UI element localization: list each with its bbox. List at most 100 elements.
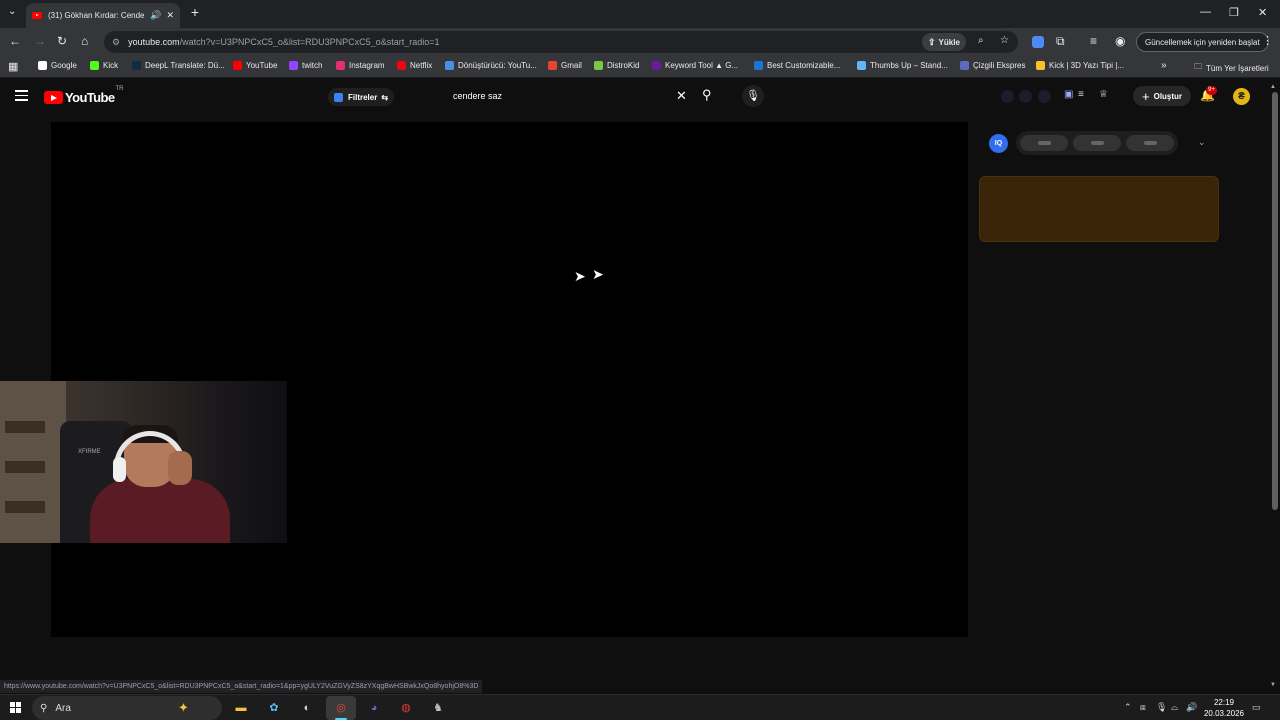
chevron-down-icon[interactable]: ⌄ — [1198, 137, 1206, 148]
filters-button[interactable]: Filtreler ⇆ — [328, 88, 395, 106]
bookmark-item[interactable]: Netflix — [397, 61, 432, 70]
restart-to-update-button[interactable]: Güncellemek için yeniden başlat — [1136, 32, 1269, 52]
filter-chip[interactable] — [1126, 135, 1174, 151]
bookmark-item[interactable]: Google — [38, 61, 77, 70]
bookmark-favicon-icon — [336, 61, 345, 70]
back-icon[interactable]: ← — [9, 34, 21, 48]
browser-toolbar: ← → ↻ ⌂ ⚙ youtube.com /watch?v=U3PNPCxC5… — [0, 28, 1280, 56]
extension-icon[interactable] — [1032, 36, 1044, 48]
site-info-icon[interactable]: ⚙ — [112, 37, 120, 48]
upload-label: Yükle — [938, 37, 960, 47]
bookmark-star-icon[interactable]: ☆ — [1000, 35, 1009, 46]
upload-button[interactable]: ⇪ Yükle — [922, 33, 966, 51]
all-bookmarks-folder[interactable]: 🗀 Tüm Yer İşaretleri — [1194, 61, 1269, 75]
bookmark-label: Keyword Tool ▲ G... — [665, 61, 739, 70]
folder-icon: 🗀 — [1194, 62, 1202, 71]
filter-extension-icon — [334, 92, 343, 102]
bookmark-item[interactable]: Instagram — [336, 61, 385, 70]
profile-icon[interactable]: ◉ — [1115, 34, 1125, 48]
avatar[interactable]: ₴ — [1233, 88, 1250, 105]
clock-time: 22:19 — [1213, 698, 1235, 707]
upload-icon: ⇪ — [928, 36, 936, 47]
youtube-logo[interactable]: YouTube TR — [44, 86, 123, 105]
voice-search-icon[interactable]: 🎙 — [742, 85, 764, 107]
address-bar[interactable]: ⚙ youtube.com /watch?v=U3PNPCxC5_o&list=… — [104, 31, 1018, 53]
browser-tab-youtube[interactable]: (31) Gökhan Kırdar: Cenderi 🔊 ✕ — [26, 3, 180, 28]
tray-chevron-up-icon[interactable]: ⌃ — [1124, 702, 1132, 713]
notification-center-icon[interactable]: ▭ — [1252, 702, 1261, 713]
more-bookmarks-icon[interactable]: » — [1161, 60, 1167, 71]
bookmark-item[interactable]: Çizgili Ekspres — [960, 61, 1025, 70]
filter-chip[interactable] — [1020, 135, 1068, 151]
minimize-icon[interactable]: — — [1200, 6, 1211, 18]
apps-grid-icon[interactable]: ▦ — [8, 60, 18, 73]
zoom-icon[interactable]: ⌕ — [978, 35, 984, 46]
bookmark-item[interactable]: Dönüştürücü: YouTu... — [445, 61, 537, 70]
bookmark-label: Netflix — [410, 61, 433, 70]
bookmark-item[interactable]: Kick | 3D Yazı Tipi |... — [1036, 61, 1124, 70]
search-icon[interactable]: ⚲ — [702, 87, 712, 103]
taskbar-search-box[interactable]: ⚲ Ara ✦ — [32, 696, 222, 720]
scrollbar-thumb[interactable] — [1272, 92, 1278, 510]
browser-menu-icon[interactable]: ⋮ — [1262, 34, 1273, 47]
bookmark-label: twitch — [302, 61, 323, 70]
bookmark-item[interactable]: DeepL Translate: Dü... — [132, 61, 225, 70]
bookmark-item[interactable]: Keyword Tool ▲ G... — [652, 61, 738, 70]
bookmark-item[interactable]: DistroKid — [594, 61, 639, 70]
scroll-up-arrow-icon[interactable]: ▲ — [1270, 84, 1276, 90]
extension-iq-icon[interactable]: ▣ — [1064, 89, 1073, 100]
search-input[interactable]: cendere saz ✕ — [444, 85, 694, 107]
volume-icon[interactable]: 🔊 — [1186, 702, 1197, 713]
windows-start-icon[interactable] — [10, 702, 22, 714]
reload-icon[interactable]: ↻ — [57, 34, 67, 48]
forward-icon[interactable]: → — [34, 34, 46, 48]
bookmark-favicon-icon — [289, 61, 298, 70]
trophy-icon[interactable]: ♕ — [1099, 89, 1108, 100]
microphone-icon[interactable]: 🎙 — [1156, 702, 1167, 713]
bookmark-label: Dönüştürücü: YouTu... — [458, 61, 537, 70]
bookmark-item[interactable]: Gmail — [548, 61, 582, 70]
tab-search-chevron-icon[interactable]: ⌄ — [8, 6, 16, 17]
tray-app-icon[interactable]: ⧈ — [1140, 702, 1146, 713]
url-path: /watch?v=U3PNPCxC5_o&list=RDU3PNPCxC5_o&… — [179, 37, 440, 47]
list-icon[interactable]: ≡ — [1078, 89, 1084, 100]
home-icon[interactable]: ⌂ — [81, 34, 88, 48]
extension-dot-icon[interactable] — [1019, 90, 1032, 103]
chrome-icon[interactable]: ◎ — [332, 699, 350, 717]
audio-playing-icon[interactable]: 🔊 — [150, 10, 161, 21]
app-icon[interactable]: ◍ — [397, 699, 415, 717]
bookmark-item[interactable]: twitch — [289, 61, 322, 70]
app-icon[interactable]: ✿ — [265, 699, 283, 717]
new-tab-button[interactable]: + — [187, 4, 203, 20]
bookmark-label: Gmail — [561, 61, 582, 70]
app-icon[interactable]: ♞ — [429, 699, 447, 717]
iq-extension-icon[interactable]: IQ — [989, 134, 1008, 153]
bookmark-favicon-icon — [652, 61, 661, 70]
clear-search-icon[interactable]: ✕ — [676, 88, 687, 104]
tab-close-icon[interactable]: ✕ — [166, 10, 174, 21]
filter-chip-group — [1016, 131, 1178, 155]
guide-menu-icon[interactable] — [15, 90, 28, 104]
taskbar-clock[interactable]: 22:19 20.03.2026 — [1198, 697, 1250, 719]
create-button[interactable]: + Oluştur — [1133, 86, 1192, 106]
bookmark-item[interactable]: Kick — [90, 61, 118, 70]
reading-list-icon[interactable]: ≡ — [1090, 34, 1097, 48]
steam-icon[interactable]: ◐ — [298, 699, 316, 717]
scroll-down-arrow-icon[interactable]: ▼ — [1270, 682, 1276, 688]
video-player[interactable] — [51, 122, 968, 637]
extension-dot-icon[interactable] — [1001, 90, 1014, 103]
app-icon[interactable]: ◕ — [365, 699, 383, 717]
restore-icon[interactable]: ❐ — [1229, 6, 1239, 19]
person-body — [90, 479, 230, 543]
extension-dot-icon[interactable] — [1038, 90, 1051, 103]
window-close-icon[interactable]: ✕ — [1258, 6, 1267, 19]
bookmark-item[interactable]: YouTube — [233, 61, 277, 70]
network-icon[interactable]: ⌓ — [1171, 702, 1178, 713]
sidebar-placeholder-card[interactable] — [979, 176, 1219, 242]
file-explorer-icon[interactable]: ▬ — [232, 699, 250, 717]
bookmark-item[interactable]: Best Customizable... — [754, 61, 840, 70]
bookmark-label: Instagram — [349, 61, 385, 70]
bookmark-item[interactable]: Thumbs Up – Stand... — [857, 61, 948, 70]
extensions-puzzle-icon[interactable]: ⧉ — [1056, 34, 1065, 49]
filter-chip[interactable] — [1073, 135, 1121, 151]
